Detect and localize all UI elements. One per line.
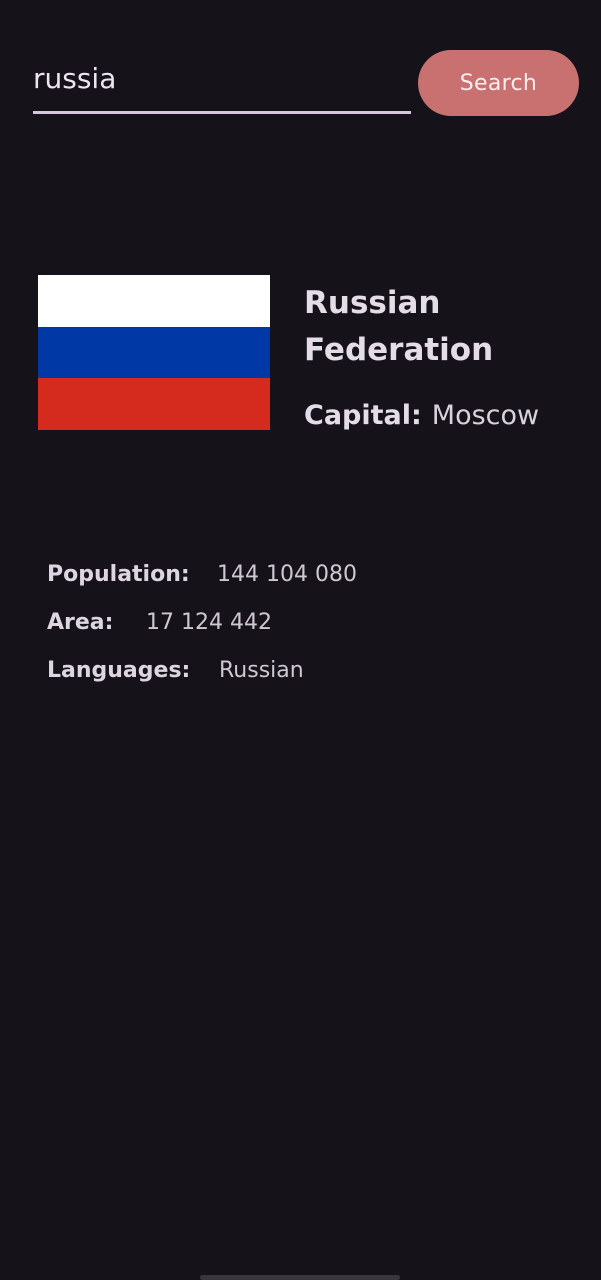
- languages-value: Russian: [219, 658, 304, 683]
- capital-row: Capital: Moscow: [304, 396, 539, 436]
- area-label: Area:: [47, 610, 114, 635]
- country-name: Russian Federation: [304, 285, 494, 368]
- flag-stripe-blue: [38, 326, 270, 379]
- country-flag: [38, 275, 270, 430]
- home-indicator[interactable]: [200, 1275, 400, 1280]
- languages-label: Languages:: [47, 658, 191, 683]
- search-button[interactable]: Search: [418, 50, 579, 116]
- search-input[interactable]: [33, 52, 411, 114]
- population-value: 144 104 080: [217, 562, 357, 587]
- area-row: Area: 17 124 442: [0, 608, 601, 638]
- capital-value: Moscow: [431, 400, 540, 431]
- flag-stripe-red: [38, 378, 270, 430]
- capital-label: Capital:: [304, 400, 422, 431]
- languages-row: Languages: Russian: [0, 656, 601, 686]
- population-label: Population:: [47, 562, 190, 587]
- area-value: 17 124 442: [146, 610, 272, 635]
- population-row: Population: 144 104 080: [0, 560, 601, 590]
- flag-stripe-white: [38, 275, 270, 327]
